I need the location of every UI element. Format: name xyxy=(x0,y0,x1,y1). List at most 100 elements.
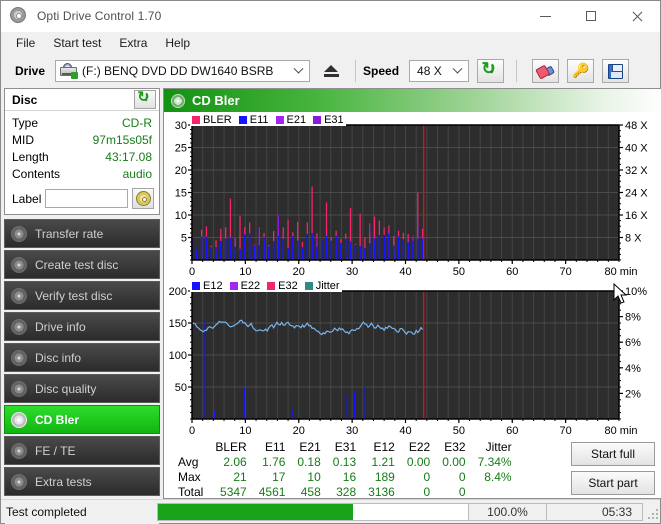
disc-contents-value: audio xyxy=(122,167,152,181)
legend-item-e12: E12 xyxy=(192,280,223,292)
sidebar-item-label: FE / TE xyxy=(35,443,76,458)
sidebar-item-drive-info[interactable]: Drive info xyxy=(4,312,160,341)
window-controls xyxy=(522,1,660,32)
menu-extra[interactable]: Extra xyxy=(110,33,156,53)
start-full-button[interactable]: Start full xyxy=(571,442,655,466)
sidebar-item-extra-tests[interactable]: Extra tests xyxy=(4,467,160,496)
panel-header: CD Bler xyxy=(164,89,661,112)
minimize-button[interactable] xyxy=(522,1,568,32)
save-button[interactable] xyxy=(602,59,630,83)
menu-start-test[interactable]: Start test xyxy=(44,33,110,53)
disc-refresh-button[interactable] xyxy=(134,89,156,109)
cell-avg-e31: 0.13 xyxy=(332,455,357,469)
cell-avg-e32: 0.00 xyxy=(442,455,466,469)
erase-button[interactable] xyxy=(532,59,560,83)
panel-title: CD Bler xyxy=(192,93,240,108)
disc-row-mid: MID 97m15s05f xyxy=(12,132,152,149)
svg-text:4%: 4% xyxy=(625,363,641,375)
sidebar-item-label: Drive info xyxy=(35,319,86,334)
refresh-button[interactable] xyxy=(477,59,505,83)
sidebar-item-fe-te[interactable]: FE / TE xyxy=(4,436,160,465)
toolbar-divider-2 xyxy=(516,60,518,82)
svg-text:25: 25 xyxy=(175,143,187,155)
toolbar-divider-1 xyxy=(355,60,357,82)
e12-jitter-chart-canvas[interactable]: 50 100 150 200 2% 4% 6% 8% 10% 0 10 20 30 40 50 60 70 80 … xyxy=(166,280,661,438)
disc-icon xyxy=(11,287,27,304)
speed-select[interactable]: 48 X xyxy=(409,60,470,82)
cell-max-e12: 189 xyxy=(374,470,395,484)
resize-grip[interactable] xyxy=(644,503,660,521)
sidebar-item-disc-quality[interactable]: Disc quality xyxy=(4,374,160,403)
svg-text:10: 10 xyxy=(175,210,187,222)
cell-avg-e22: 0.00 xyxy=(406,455,431,469)
cell-avg-bler: 2.06 xyxy=(223,455,247,469)
sidebar-item-label: Disc info xyxy=(35,350,82,365)
sidebar-item-transfer-rate[interactable]: Transfer rate xyxy=(4,219,160,248)
menu-file[interactable]: File xyxy=(7,33,44,53)
disc-length-label: Length xyxy=(12,150,49,164)
drive-label: Drive xyxy=(15,64,46,78)
progress-percent: 100.0% xyxy=(469,502,547,521)
legend-label: E22 xyxy=(240,280,261,292)
disc-info-list: Type CD-R MID 97m15s05f Length 43:17.08 … xyxy=(5,111,159,186)
disc-label-input[interactable] xyxy=(45,189,128,208)
cd-bler-icon xyxy=(171,93,185,108)
svg-text:30: 30 xyxy=(175,120,187,132)
start-part-button[interactable]: Start part xyxy=(571,471,655,495)
svg-text:32 X: 32 X xyxy=(625,165,648,177)
close-button[interactable] xyxy=(614,1,660,32)
legend-label: BLER xyxy=(203,114,232,126)
drive-select-value: (F:) BENQ DVD DD DW1640 BSRB xyxy=(82,64,274,78)
row-label-avg: Avg xyxy=(178,455,199,469)
svg-text:200: 200 xyxy=(169,286,187,298)
key-button[interactable] xyxy=(567,59,595,83)
svg-text:100: 100 xyxy=(169,350,187,362)
sidebar-item-disc-info[interactable]: Disc info xyxy=(4,343,160,372)
svg-text:60: 60 xyxy=(506,266,518,278)
legend-label: E21 xyxy=(286,114,307,126)
refresh-icon xyxy=(137,89,152,106)
bler-chart: BLER E11 E21 E31 5 10 15 20 25 30 8 X 16 X 24 X 3… xyxy=(166,114,661,279)
status-message: Test completed xyxy=(6,504,87,519)
progress-bar xyxy=(157,502,469,521)
cell-avg-e12: 1.21 xyxy=(371,455,395,469)
cell-total-e11: 4561 xyxy=(258,485,286,499)
svg-text:10: 10 xyxy=(239,266,251,278)
disc-mid-label: MID xyxy=(12,133,34,147)
cell-max-e32: 0 xyxy=(458,470,466,484)
legend-item-e21: E21 xyxy=(275,114,307,126)
svg-text:20: 20 xyxy=(293,266,305,278)
drive-select[interactable]: (F:) BENQ DVD DD DW1640 BSRB xyxy=(55,60,311,82)
menu-help[interactable]: Help xyxy=(156,33,199,53)
svg-text:40: 40 xyxy=(399,266,411,278)
key-icon xyxy=(572,62,589,79)
bler-chart-canvas[interactable]: 5 10 15 20 25 30 8 X 16 X 24 X 32 X 40 X 48 X 0 10 20 3… xyxy=(166,114,661,279)
sidebar-item-verify-test-disc[interactable]: Verify test disc xyxy=(4,281,160,310)
cell-max-e22: 0 xyxy=(423,470,431,484)
table-row: Total 5347 4561 458 328 3136 0 0 xyxy=(172,485,518,500)
eject-button[interactable] xyxy=(316,59,346,83)
legend-label: E12 xyxy=(203,280,223,292)
col-jitter: Jitter xyxy=(485,440,512,454)
toolbar: Drive (F:) BENQ DVD DD DW1640 BSRB Speed… xyxy=(1,54,660,88)
disc-row-contents: Contents audio xyxy=(12,166,152,183)
cell-max-e21: 10 xyxy=(307,470,321,484)
sidebar-item-cd-bler[interactable]: CD Bler xyxy=(4,405,160,434)
col-e21: E21 xyxy=(299,440,321,454)
window-title: Opti Drive Control 1.70 xyxy=(37,9,162,23)
cell-total-e22: 0 xyxy=(423,485,431,499)
sidebar-item-create-test-disc[interactable]: Create test disc xyxy=(4,250,160,279)
row-label-max: Max xyxy=(178,470,201,484)
svg-text:80 min: 80 min xyxy=(604,266,637,278)
svg-text:0: 0 xyxy=(189,425,195,437)
disc-label-button[interactable] xyxy=(132,188,154,209)
maximize-button[interactable] xyxy=(568,1,614,32)
stats-corner xyxy=(172,440,209,455)
maximize-icon xyxy=(586,11,596,21)
cell-avg-e11: 1.76 xyxy=(262,455,286,469)
sidebar-item-label: CD Bler xyxy=(35,412,80,427)
svg-text:70: 70 xyxy=(560,425,572,437)
eraser-icon xyxy=(535,62,556,81)
title-bar: Opti Drive Control 1.70 xyxy=(1,1,660,32)
svg-text:2%: 2% xyxy=(625,388,641,400)
